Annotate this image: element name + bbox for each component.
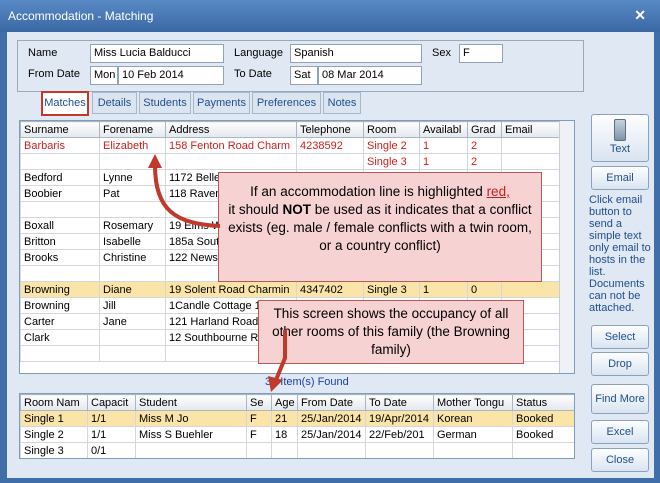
family-arrowhead — [268, 376, 283, 392]
conflict-arrowhead — [148, 154, 162, 168]
conflict-arrow — [153, 164, 221, 228]
callout-arrows — [148, 154, 287, 392]
app-window: Accommodation - Matching ✕ Name Miss Luc… — [0, 0, 660, 483]
family-arrow — [274, 330, 287, 381]
